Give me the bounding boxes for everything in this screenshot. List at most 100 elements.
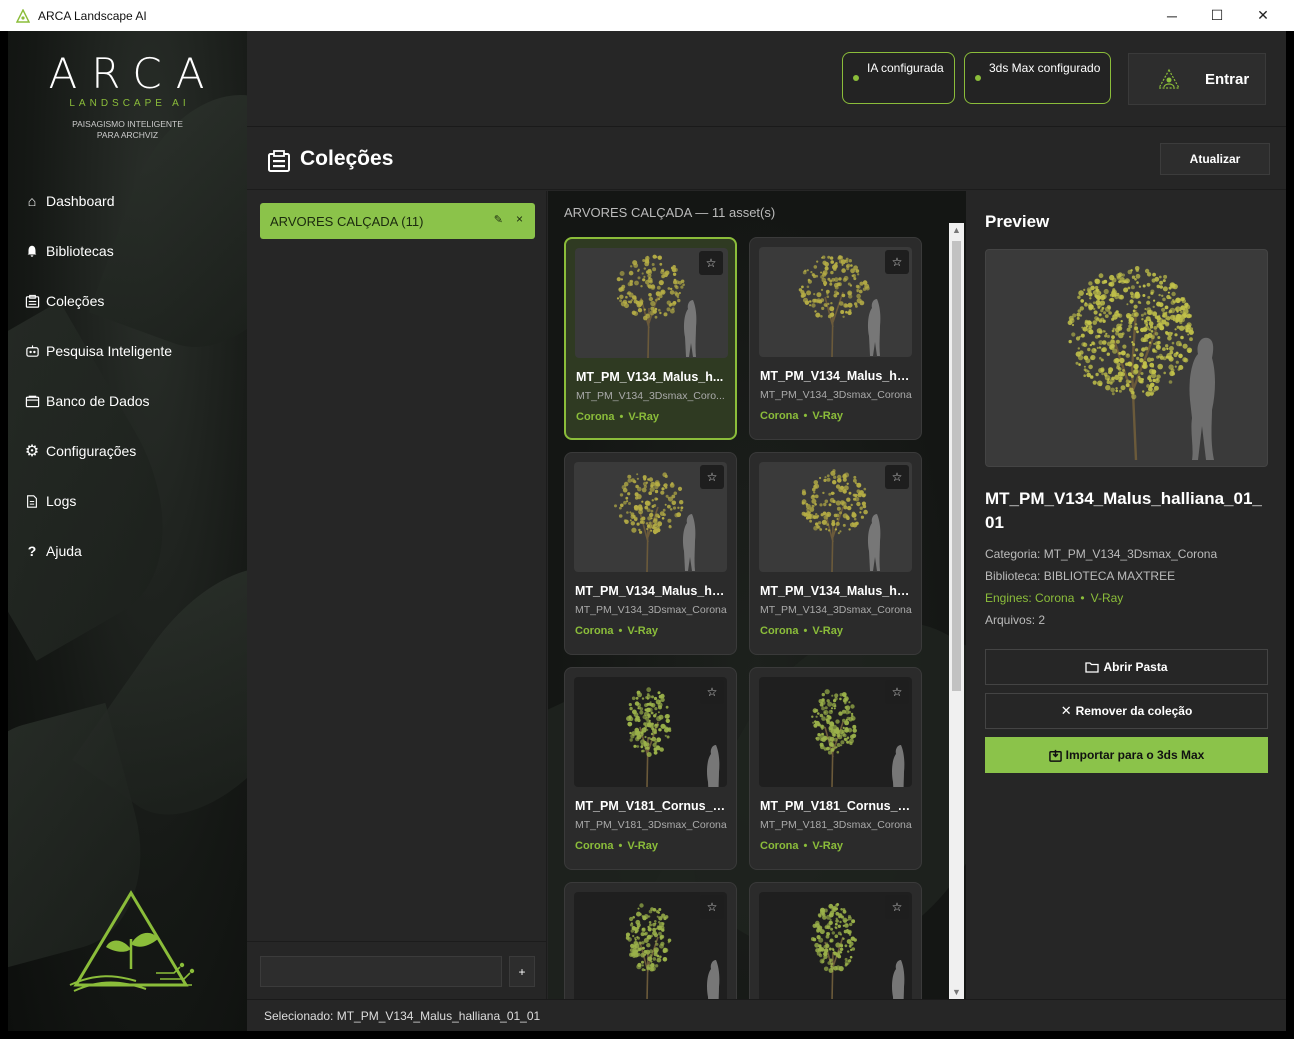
asset-category: MT_PM_V134_3Dsmax_Corona [575,604,727,616]
asset-card[interactable]: ☆ MT_PM_V181_Cornus_k... MT_PM_V181_3Dsmax… [749,667,922,870]
document-icon [23,492,41,510]
login-button[interactable]: Entrar [1128,53,1266,105]
collection-icon [23,292,41,310]
engine-separator: • [803,625,808,637]
sidebar-nav: ⌂ Dashboard Bibliotecas Coleções Pesquis… [23,176,172,576]
engine-corona: Corona [576,411,615,423]
max-status-badge: 3ds Max configurado [964,52,1111,104]
asset-engines: Corona • V-Ray [760,840,843,852]
remove-from-collection-button[interactable]: ✕ Remover da coleção [985,693,1268,729]
asset-card[interactable]: ☆ MT_PM_V134_Malus_h... MT_PM_V134_3Dsmax_… [564,237,737,440]
import-to-3dsmax-button[interactable]: Importar para o 3ds Max [985,737,1268,773]
engines-label: Engines: [985,591,1032,605]
minimize-button[interactable]: ─ [1149,0,1195,31]
remove-label: Remover da coleção [1075,704,1193,718]
favorite-star-icon[interactable]: ☆ [885,680,909,704]
window-title: ARCA Landscape AI [38,8,147,23]
preview-files: Arquivos: 2 [985,613,1045,627]
pencil-icon[interactable]: ✎ [494,213,503,226]
preview-asset-name: MT_PM_V134_Malus_halliana_01_01 [985,489,1262,532]
page-title: Coleções [300,147,394,170]
user-avatar-icon [1157,68,1181,89]
favorite-star-icon[interactable]: ☆ [700,465,724,489]
brand-logo: ARCA LANDSCAPE AI [8,49,247,109]
sidebar-item-dashboard[interactable]: ⌂ Dashboard [23,176,172,226]
asset-card[interactable]: ☆ MT_PM_V134_Malus_ha... MT_PM_V134_3Dsmax… [749,237,922,440]
tagline-line-1: PAISAGISMO INTELIGENTE [72,119,183,129]
refresh-button[interactable]: Atualizar [1160,143,1270,175]
asset-engines: Corona • V-Ray [760,625,843,637]
favorite-star-icon[interactable]: ☆ [700,680,724,704]
import-icon [1048,749,1062,762]
sidebar-item-bibliotecas[interactable]: Bibliotecas [23,226,172,276]
asset-card[interactable]: ☆ MT_PM_V134_Malus_ha... MT_PM_V134_3Dsmax… [749,452,922,655]
logo-wordmark: ARCA [48,49,219,98]
asset-category: MT_PM_V134_3Dsmax_Corona [760,389,912,401]
open-folder-button[interactable]: Abrir Pasta [985,649,1268,685]
engine-separator: • [618,625,623,637]
asset-category: MT_PM_V134_3Dsmax_Corona [760,604,912,616]
files-value: 2 [1038,613,1046,627]
ai-status-badge: IA configurada [842,52,955,104]
favorite-star-icon[interactable]: ☆ [885,895,909,919]
favorite-star-icon[interactable]: ☆ [885,465,909,489]
scroll-up-icon[interactable]: ▲ [949,223,964,237]
engine-corona: Corona [575,625,614,637]
help-icon: ? [27,543,37,559]
sidebar: ARCA LANDSCAPE AI PAISAGISMO INTELIGENTE… [8,31,247,1031]
new-collection-bar: + [247,941,547,999]
sidebar-item-configuracoes[interactable]: ⚙ Configurações [23,426,172,476]
favorite-star-icon[interactable]: ☆ [699,251,723,275]
page-header: Coleções Atualizar [247,128,1286,190]
collection-item[interactable]: ARVORES CALÇADA (11) ✎ × [260,203,535,239]
tagline: PAISAGISMO INTELIGENTE PARA ARCHVIZ [8,119,247,141]
asset-name: MT_PM_V134_Malus_h... [576,370,724,384]
engine-vray: V-Ray [628,411,659,423]
category-value: MT_PM_V134_3Dsmax_Corona [1043,547,1218,561]
engine-vray: V-Ray [812,840,843,852]
title-bar: ARCA Landscape AI ─ ☐ ✕ [0,0,1294,31]
scrollbar-thumb[interactable] [952,241,961,691]
sidebar-item-banco-de-dados[interactable]: Banco de Dados [23,376,172,426]
database-icon [23,392,41,410]
sidebar-item-label: Coleções [46,293,105,309]
top-header: IA configurada 3ds Max configurado Entra… [247,31,1286,127]
engine-corona: Corona [760,625,799,637]
close-button[interactable]: ✕ [1240,0,1286,31]
sidebar-item-label: Dashboard [46,193,115,209]
asset-card[interactable]: ☆ MT_PM_V134_Malus_ha... MT_PM_V134_3Dsmax… [564,452,737,655]
max-status-label: 3ds Max configurado [989,61,1101,75]
engine-corona: Corona [760,840,799,852]
asset-engines: Corona • V-Ray [575,625,658,637]
engine-vray: V-Ray [627,625,658,637]
sidebar-item-logs[interactable]: Logs [23,476,172,526]
asset-card[interactable]: ☆ [564,882,737,999]
collection-icon [268,150,290,172]
collection-item-label: ARVORES CALÇADA (11) [270,213,424,229]
engine-corona: Corona [575,840,614,852]
scroll-down-icon[interactable]: ▼ [949,985,964,999]
asset-engines: Corona • V-Ray [760,410,843,422]
sidebar-item-colecoes[interactable]: Coleções [23,276,172,326]
assets-scrollbar[interactable]: ▲ ▼ [949,223,964,999]
remove-collection-icon[interactable]: × [516,212,523,226]
asset-name: MT_PM_V181_Cornus_k... [575,799,728,813]
asset-engines: Corona • V-Ray [576,411,659,423]
sidebar-item-ajuda[interactable]: ? Ajuda [23,526,172,576]
preview-category: Categoria: MT_PM_V134_3Dsmax_Corona [985,547,1217,561]
asset-card[interactable]: ☆ MT_PM_V181_Cornus_k... MT_PM_V181_3Dsmax… [564,667,737,870]
engine-vray: V-Ray [627,840,658,852]
maximize-button[interactable]: ☐ [1194,0,1240,31]
add-collection-button[interactable]: + [509,956,535,987]
new-collection-input[interactable] [260,956,502,987]
preview-image [985,249,1268,467]
folder-icon [1085,662,1100,673]
sidebar-item-pesquisa-inteligente[interactable]: Pesquisa Inteligente [23,326,172,376]
asset-card[interactable]: ☆ [749,882,922,999]
favorite-star-icon[interactable]: ☆ [885,250,909,274]
favorite-star-icon[interactable]: ☆ [700,895,724,919]
sidebar-item-label: Configurações [46,443,137,459]
assets-heading: ARVORES CALÇADA — 11 asset(s) [564,205,776,220]
assets-panel: ARVORES CALÇADA — 11 asset(s) ☆ MT_PM_V13… [548,191,966,999]
library-label: Biblioteca: [985,569,1041,583]
